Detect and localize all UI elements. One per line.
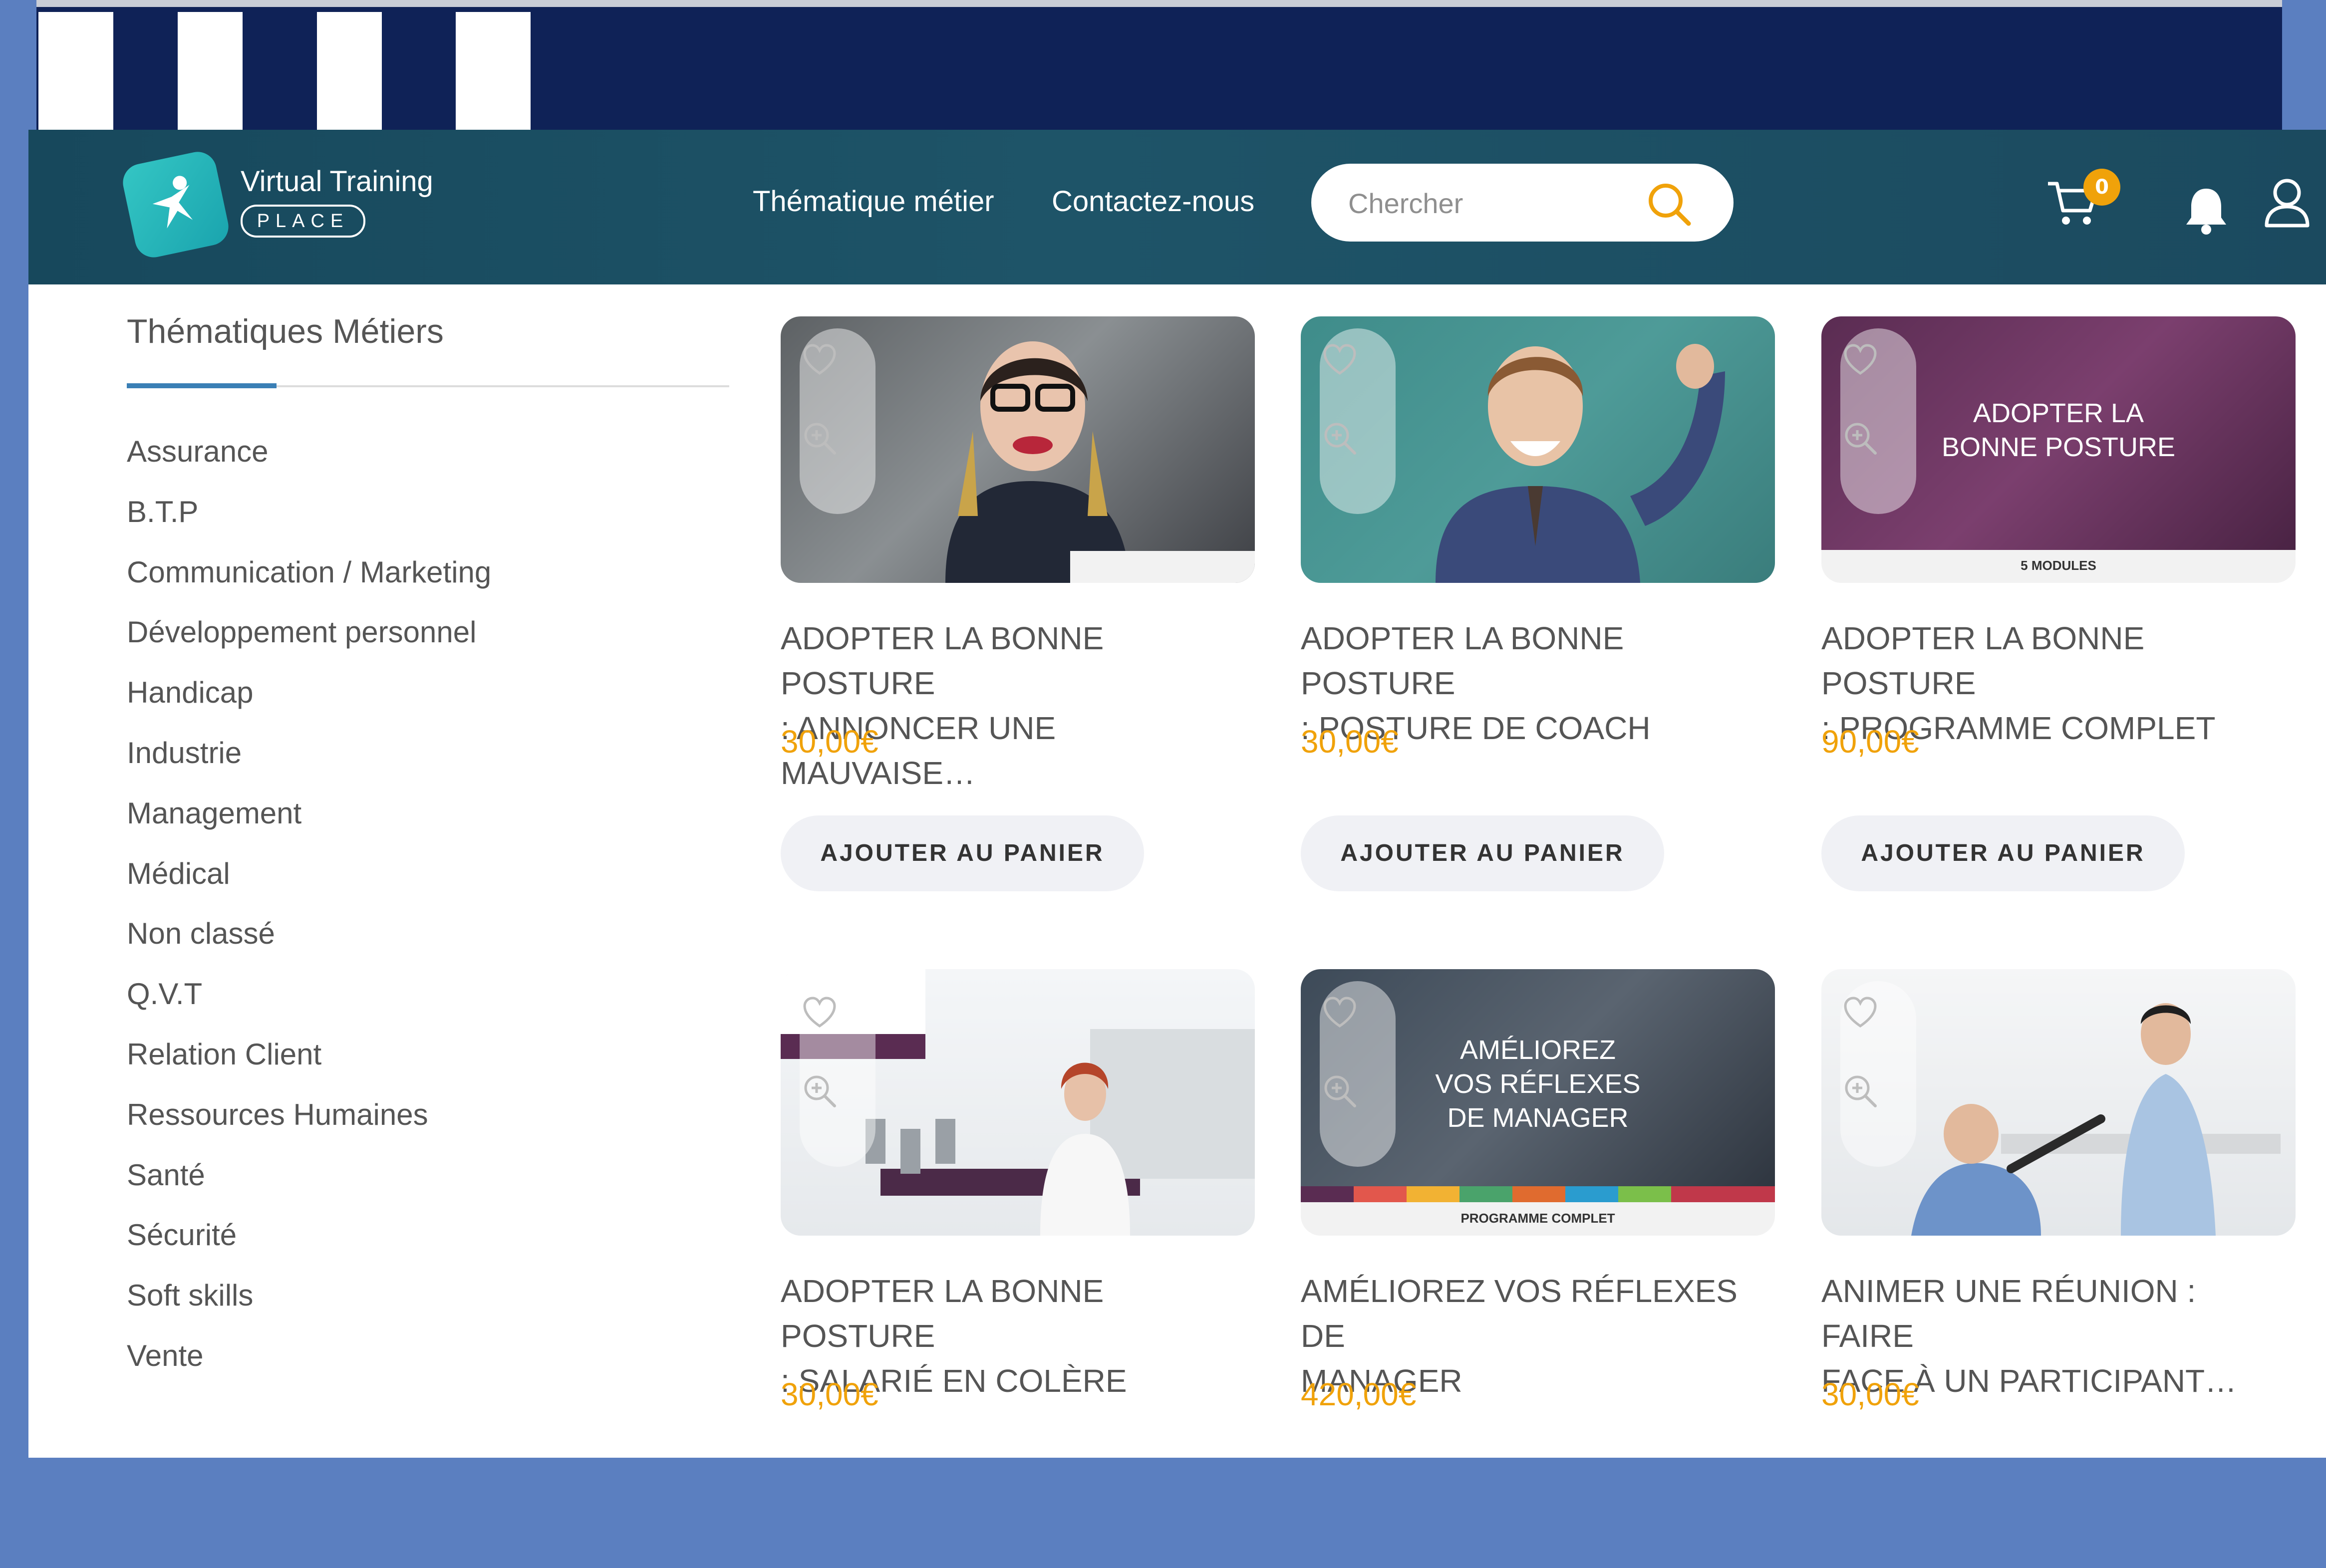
zoom-in-icon[interactable] [802,1073,838,1109]
page: Virtual Training PLACE Thématique métier… [0,0,2326,1458]
sidebar-item-sante[interactable]: Santé [127,1158,205,1192]
sidebar-item-medical[interactable]: Médical [127,856,230,891]
nav-thematique-metier[interactable]: Thématique métier [753,185,994,218]
sidebar-item-ressources-humaines[interactable]: Ressources Humaines [127,1097,428,1132]
search-icon[interactable] [1645,180,1694,229]
heart-icon[interactable] [802,342,838,378]
banner-stripe [456,12,531,130]
nav-contactez-nous[interactable]: Contactez-nous [1052,185,1254,218]
search-input[interactable] [1347,184,1649,223]
product-price: 30,00€ [781,724,878,760]
banner-top-line [36,0,2283,7]
product-price: 90,00€ [1821,724,1919,760]
banner-stripe [317,12,382,130]
sidebar-item-relation-client[interactable]: Relation Client [127,1037,321,1071]
image-strip-label: PROGRAMME COMPLET [1460,1211,1615,1226]
zoom-in-icon[interactable] [1842,420,1878,456]
sidebar-item-developpement-personnel[interactable]: Développement personnel [127,615,476,649]
sidebar-item-qvt[interactable]: Q.V.T [127,977,202,1011]
sidebar-item-communication-marketing[interactable]: Communication / Marketing [127,555,491,589]
zoom-in-icon[interactable] [802,420,838,456]
product-image[interactable] [1821,969,2296,1236]
search-bar [1311,164,1734,242]
product-price: 420,00€ [1301,1376,1417,1412]
banner-stripe [178,12,243,130]
heart-icon[interactable] [802,995,838,1031]
product-image[interactable] [1301,316,1775,583]
product-card: ADOPTER LA BONNE POSTURE 5 MODULES ADOPTE… [1821,316,2296,915]
product-card: ADOPTER LA BONNE POSTURE: SALARIÉ EN COL… [781,969,1255,1568]
add-to-cart-button[interactable]: AJOUTER AU PANIER [781,815,1144,891]
brand-title[interactable]: Virtual Training [241,165,433,198]
product-price: 30,00€ [1301,724,1399,760]
zoom-in-icon[interactable] [1322,1073,1358,1109]
heart-icon[interactable] [1322,342,1358,378]
site-header: Virtual Training PLACE Thématique métier… [28,130,2326,284]
sidebar-item-vente[interactable]: Vente [127,1338,204,1373]
sidebar-item-assurance[interactable]: Assurance [127,434,268,469]
sidebar-item-industrie[interactable]: Industrie [127,736,242,770]
product-image[interactable]: AMÉLIOREZ VOS RÉFLEXES DE MANAGER PROGRAMM… [1301,969,1775,1236]
sidebar-title: Thématiques Métiers [127,312,444,350]
sidebar-item-non-classe[interactable]: Non classé [127,916,275,951]
logo-icon[interactable] [119,148,232,261]
heart-icon[interactable] [1842,995,1878,1031]
sidebar-divider-accent [127,383,277,388]
product-title[interactable]: ADOPTER LA BONNE POSTURE: ANNONCER UNE M… [781,616,1255,795]
product-image[interactable] [781,969,1255,1236]
user-icon[interactable] [2260,176,2315,231]
sidebar-item-management[interactable]: Management [127,796,301,830]
product-price: 30,00€ [1821,1376,1919,1412]
add-to-cart-button[interactable]: AJOUTER AU PANIER [1821,815,2185,891]
sidebar-item-securite[interactable]: Sécurité [127,1218,237,1252]
banner-stripe [38,12,113,130]
heart-icon[interactable] [1322,995,1358,1031]
main-content: Thématiques Métiers Assurance B.T.P Comm… [28,284,2326,1458]
top-banner [36,0,2283,130]
add-to-cart-button[interactable]: AJOUTER AU PANIER [1301,815,1664,891]
product-card: ANIMER UNE RÉUNION : FAIRE FACE À UN PART… [1821,969,2296,1568]
product-image[interactable] [781,316,1255,583]
product-card: ADOPTER LA BONNE POSTURE: POSTURE DE COA… [1301,316,1775,915]
window-edge-right [2282,0,2326,130]
heart-icon[interactable] [1842,342,1878,378]
bell-icon[interactable] [2182,186,2230,236]
product-card: ADOPTER LA BONNE POSTURE: ANNONCER UNE M… [781,316,1255,915]
image-strip-label: 5 MODULES [2021,558,2096,573]
sidebar-item-soft-skills[interactable]: Soft skills [127,1278,253,1312]
brand-badge[interactable]: PLACE [241,205,365,238]
color-band [1301,1186,1775,1202]
sidebar-item-btp[interactable]: B.T.P [127,495,198,529]
zoom-in-icon[interactable] [1322,420,1358,456]
product-image[interactable]: ADOPTER LA BONNE POSTURE 5 MODULES [1821,316,2296,583]
product-price: 30,00€ [781,1376,878,1412]
cart-count-badge: 0 [2083,169,2120,206]
sidebar-item-handicap[interactable]: Handicap [127,675,254,710]
product-card: AMÉLIOREZ VOS RÉFLEXES DE MANAGER PROGRAMM… [1301,969,1775,1568]
zoom-in-icon[interactable] [1842,1073,1878,1109]
window-edge [0,0,28,1458]
